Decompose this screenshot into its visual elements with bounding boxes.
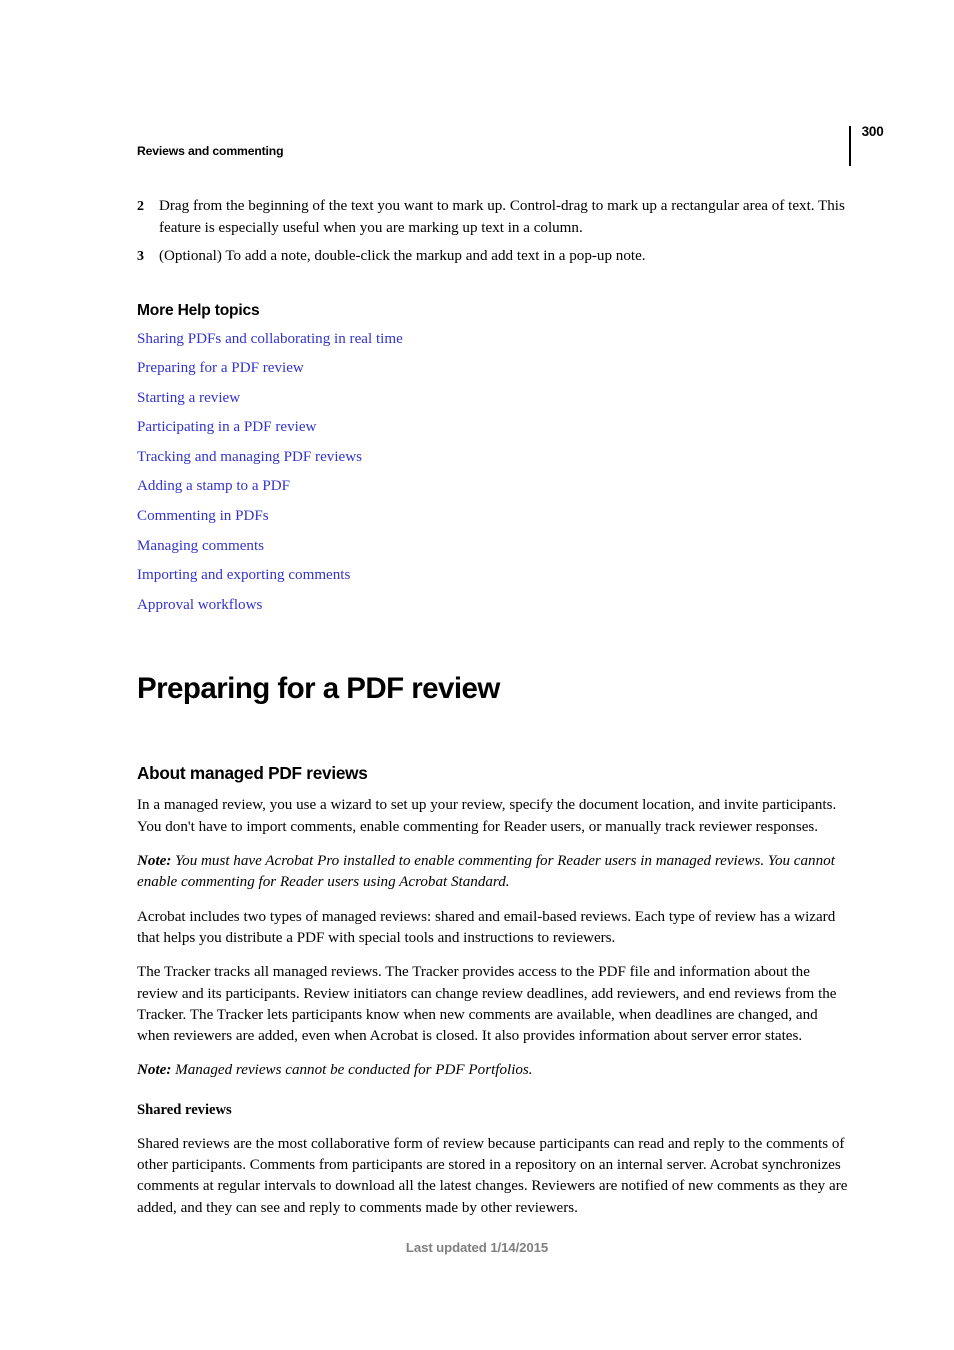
xref-link-starting-review[interactable]: Starting a review (137, 384, 240, 414)
list-item: Sharing PDFs and collaborating in real t… (137, 325, 850, 355)
more-help-topics-heading: More Help topics (137, 301, 260, 319)
paragraph: The Tracker tracks all managed reviews. … (137, 964, 837, 1045)
paragraph: Shared reviews are the most collaborativ… (137, 1135, 848, 1216)
list-item: Participating in a PDF review (137, 413, 850, 443)
xref-link-tracking-managing-pdf-reviews[interactable]: Tracking and managing PDF reviews (137, 443, 362, 473)
list-item: 2 Drag from the beginning of the text yo… (137, 196, 850, 239)
document-page: Reviews and commenting 300 2 Drag from t… (0, 0, 954, 1350)
xref-link-sharing-pdfs-collaborating[interactable]: Sharing PDFs and collaborating in real t… (137, 325, 403, 355)
xref-link-approval-workflows[interactable]: Approval workflows (137, 591, 262, 621)
list-item: Approval workflows (137, 591, 850, 621)
list-item: Managing comments (137, 532, 850, 562)
list-item: Commenting in PDFs (137, 502, 850, 532)
more-help-topics-list: Sharing PDFs and collaborating in real t… (137, 325, 850, 621)
step-text: Drag from the beginning of the text you … (159, 198, 845, 236)
xref-link-importing-exporting-comments[interactable]: Importing and exporting comments (137, 561, 350, 591)
xref-link-adding-stamp-pdf[interactable]: Adding a stamp to a PDF (137, 472, 290, 502)
xref-link-preparing-pdf-review[interactable]: Preparing for a PDF review (137, 354, 304, 384)
paragraph: Acrobat includes two types of managed re… (137, 908, 836, 946)
list-item: Tracking and managing PDF reviews (137, 443, 850, 473)
note-paragraph: Note: Managed reviews cannot be conducte… (137, 1060, 850, 1081)
page-number-block: 300 (849, 124, 884, 166)
section-heading-about-managed-pdf-reviews: About managed PDF reviews (137, 763, 368, 784)
step-text: (Optional) To add a note, double-click t… (159, 248, 646, 264)
step-number: 2 (137, 199, 144, 214)
page-number: 300 (861, 124, 884, 139)
note-label: Note: (137, 1062, 172, 1079)
subsection-heading-shared-reviews: Shared reviews (137, 1101, 232, 1118)
list-item: Starting a review (137, 384, 850, 414)
note-paragraph: Note: You must have Acrobat Pro installe… (137, 851, 850, 894)
content-column: 2 Drag from the beginning of the text yo… (137, 196, 850, 1232)
xref-link-managing-comments[interactable]: Managing comments (137, 532, 264, 562)
list-item: Adding a stamp to a PDF (137, 472, 850, 502)
list-item: Preparing for a PDF review (137, 354, 850, 384)
list-item: Importing and exporting comments (137, 561, 850, 591)
paragraph: In a managed review, you use a wizard to… (137, 797, 837, 835)
folio-divider-rule (849, 126, 851, 166)
note-text: You must have Acrobat Pro installed to e… (137, 853, 835, 891)
xref-link-participating-pdf-review[interactable]: Participating in a PDF review (137, 413, 316, 443)
note-label: Note: (137, 853, 172, 870)
xref-link-commenting-in-pdfs[interactable]: Commenting in PDFs (137, 502, 269, 532)
footer-last-updated: Last updated 1/14/2015 (405, 1240, 549, 1255)
step-number: 3 (137, 249, 144, 264)
running-header: Reviews and commenting (137, 144, 284, 158)
note-text: Managed reviews cannot be conducted for … (171, 1062, 533, 1079)
page-title: Preparing for a PDF review (137, 672, 500, 706)
list-item: 3 (Optional) To add a note, double-click… (137, 246, 850, 268)
